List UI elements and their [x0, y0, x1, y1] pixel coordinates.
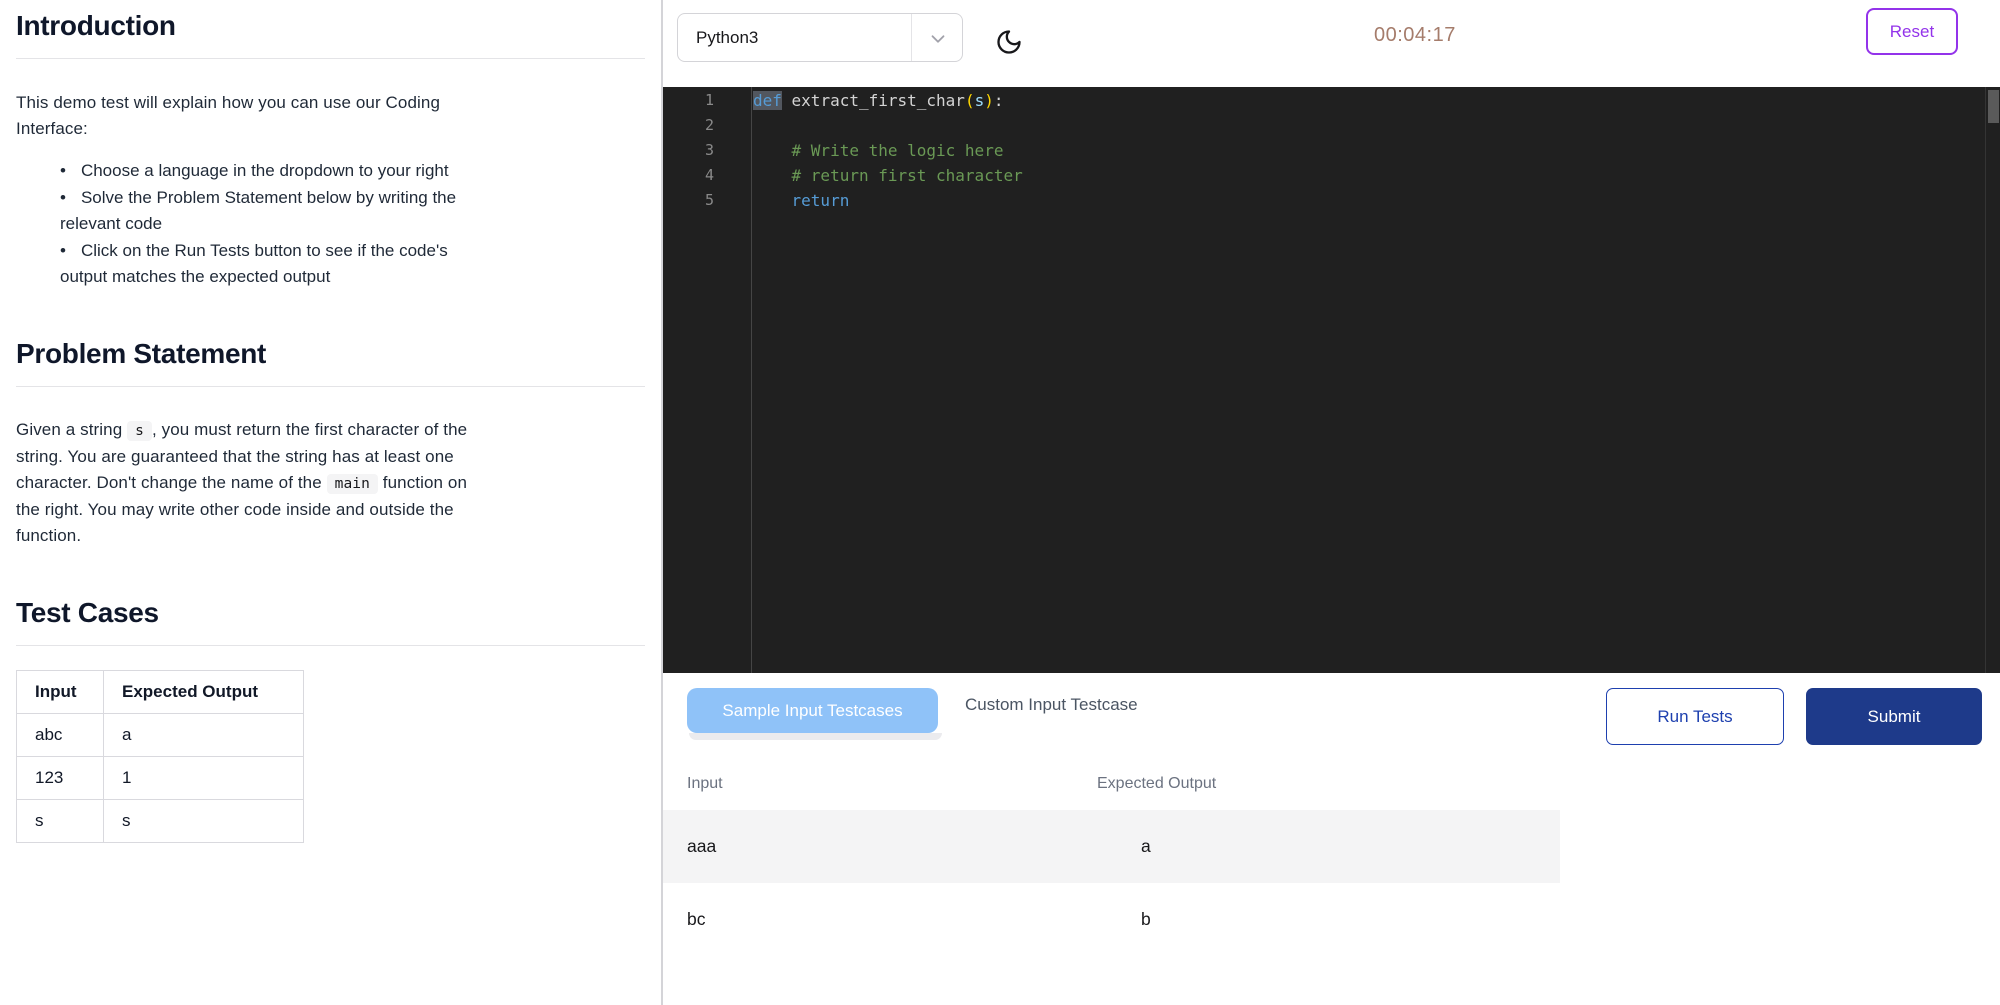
code-lines: 1 def extract_first_char(s): 2 3 # Write… — [663, 87, 2000, 213]
intro-body-text: This demo test will explain how you can … — [16, 90, 645, 142]
token-param-s: s — [975, 91, 985, 110]
tab-custom-input-testcase[interactable]: Custom Input Testcase — [965, 695, 1138, 715]
moon-icon — [995, 44, 1023, 59]
testcase-row-1[interactable]: aaa a — [663, 810, 1560, 883]
testcase-input-value: aaa — [687, 836, 716, 857]
testcase-panel: Sample Input Testcases Custom Input Test… — [663, 673, 2000, 1005]
gutter-border — [751, 87, 752, 673]
code-content: # return first character — [751, 163, 1023, 188]
divider — [16, 386, 645, 387]
testcase-input-value: bc — [687, 909, 705, 930]
line-number: 4 — [663, 163, 751, 188]
submit-button[interactable]: Submit — [1806, 688, 1982, 745]
table-row: 123 1 — [17, 757, 304, 800]
coding-interface-page: Introduction This demo test will explain… — [0, 0, 2000, 1005]
problem-description-panel: Introduction This demo test will explain… — [0, 0, 661, 1005]
divider — [16, 58, 645, 59]
bullet-item: Choose a language in the dropdown to you… — [60, 158, 645, 184]
intro-bullet-list: Choose a language in the dropdown to you… — [16, 158, 645, 290]
cell-input: 123 — [17, 757, 104, 800]
token-comment: # Write the logic here — [753, 141, 1003, 160]
testcase-expected-value: a — [1141, 836, 1151, 857]
code-line-3[interactable]: 3 # Write the logic here — [663, 138, 2000, 163]
line-number: 5 — [663, 188, 751, 213]
col-header-expected-output: Expected Output — [104, 671, 304, 714]
run-tests-button[interactable]: Run Tests — [1606, 688, 1784, 745]
cell-input: abc — [17, 714, 104, 757]
cell-input: s — [17, 800, 104, 843]
theme-toggle-button[interactable] — [993, 27, 1025, 59]
code-editor[interactable]: 1 def extract_first_char(s): 2 3 # Write… — [663, 87, 2000, 673]
inline-code-s: s — [127, 421, 152, 441]
editor-toolbar: Python3 00:04:17 Reset — [663, 0, 2000, 87]
column-header-expected-output: Expected Output — [1097, 775, 1216, 793]
reset-button[interactable]: Reset — [1866, 8, 1958, 55]
cell-expected: a — [104, 714, 304, 757]
language-dropdown[interactable]: Python3 — [677, 13, 963, 62]
testcase-row-2[interactable]: bc b — [663, 883, 1560, 956]
tab-sample-input-testcases[interactable]: Sample Input Testcases — [687, 688, 938, 733]
test-cases-heading: Test Cases — [16, 597, 645, 629]
bullet-item: Click on the Run Tests button to see if … — [60, 238, 645, 290]
table-row: s s — [17, 800, 304, 843]
code-content: # Write the logic here — [751, 138, 1003, 163]
testcase-expected-value: b — [1141, 909, 1151, 930]
table-header-row: Input Expected Output — [17, 671, 304, 714]
test-cases-table: Input Expected Output abc a 123 1 s — [16, 670, 304, 843]
code-line-2[interactable]: 2 — [663, 113, 2000, 138]
line-number: 1 — [663, 88, 751, 113]
token-comment: # return first character — [753, 166, 1023, 185]
problem-text-segment: Given a string — [16, 420, 127, 439]
table-row: abc a — [17, 714, 304, 757]
column-header-input: Input — [687, 775, 723, 793]
testcase-column-headers: Input Expected Output — [663, 775, 1560, 797]
code-content: def extract_first_char(s): — [751, 88, 1004, 113]
divider — [16, 645, 645, 646]
cell-expected: s — [104, 800, 304, 843]
language-selected-value: Python3 — [678, 28, 758, 48]
line-number: 2 — [663, 113, 751, 138]
problem-statement-text: Given a string s, you must return the fi… — [16, 417, 645, 549]
token-keyword-return: return — [753, 191, 849, 210]
chevron-down-icon — [927, 28, 949, 50]
token-open-paren: ( — [965, 91, 975, 110]
col-header-input: Input — [17, 671, 104, 714]
token-function-name: extract_first_char — [782, 91, 965, 110]
inline-code-main: main — [327, 474, 378, 494]
editor-scrollbar-track[interactable] — [1985, 87, 2000, 673]
token-keyword-def: def — [753, 91, 782, 110]
code-line-4[interactable]: 4 # return first character — [663, 163, 2000, 188]
cell-expected: 1 — [104, 757, 304, 800]
code-line-5[interactable]: 5 return — [663, 188, 2000, 213]
code-content: return — [751, 188, 849, 213]
token-close-paren: ) — [984, 91, 994, 110]
intro-heading: Introduction — [16, 10, 645, 42]
dropdown-divider — [911, 14, 912, 61]
editor-scrollbar-thumb[interactable] — [1988, 90, 1999, 123]
bullet-item: Solve the Problem Statement below by wri… — [60, 185, 645, 237]
line-number: 3 — [663, 138, 751, 163]
code-line-1[interactable]: 1 def extract_first_char(s): — [663, 88, 2000, 113]
token-colon: : — [994, 91, 1004, 110]
problem-statement-heading: Problem Statement — [16, 338, 645, 370]
countdown-timer: 00:04:17 — [1374, 24, 1466, 47]
